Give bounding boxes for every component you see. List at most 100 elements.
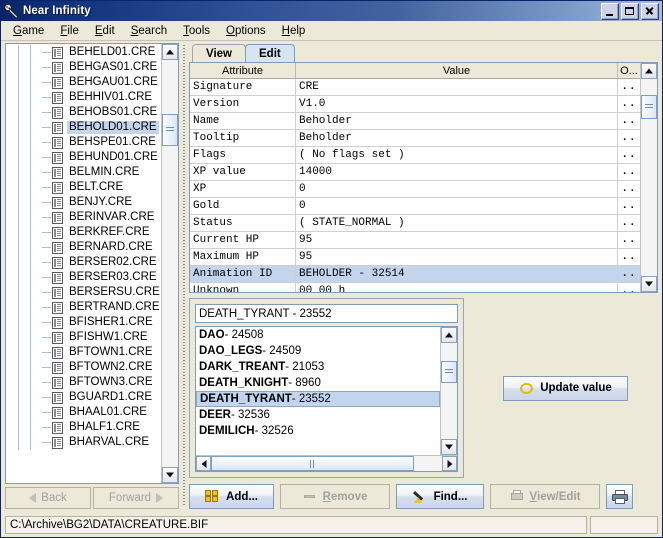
cell-value[interactable]: ( STATE_NORMAL ) — [296, 215, 618, 231]
cell-offset[interactable]: .. — [618, 79, 640, 95]
table-row[interactable]: XP value 14000.. — [190, 164, 640, 181]
tree-items[interactable]: BEHELD01.CRE BEHGAS01.CRE BEHGAU01.CRE BEHH… — [6, 44, 161, 483]
tree-item[interactable]: BFISHER1.CRE — [6, 315, 161, 330]
cell-value[interactable]: Beholder — [296, 130, 618, 146]
cell-value[interactable]: Beholder — [296, 113, 618, 129]
attribute-table[interactable]: Attribute Value O... Signature CRE.. Versi… — [189, 62, 658, 293]
table-scroll-thumb[interactable] — [641, 95, 657, 119]
list-item[interactable]: DEMILICH - 32526 — [196, 423, 440, 439]
cell-value[interactable]: 14000 — [296, 164, 618, 180]
tree-item[interactable]: BENJY.CRE — [6, 195, 161, 210]
cell-offset[interactable]: .. — [618, 232, 640, 248]
tree-item[interactable]: BFISHW1.CRE — [6, 330, 161, 345]
listbox-horizontal-scrollbar[interactable] — [196, 455, 457, 471]
column-header-value[interactable]: Value — [296, 63, 618, 78]
cell-offset[interactable]: .. — [618, 181, 640, 197]
close-button[interactable] — [641, 2, 659, 20]
tab-edit[interactable]: Edit — [245, 44, 295, 62]
table-row[interactable]: Flags( No flags set ).. — [190, 147, 640, 164]
table-row[interactable]: Maximum HP 95.. — [190, 249, 640, 266]
menu-help[interactable]: Help — [274, 23, 314, 39]
back-button[interactable]: Back — [5, 487, 91, 509]
table-scroll-up-button[interactable] — [641, 63, 657, 79]
list-item[interactable]: DEER - 32536 — [196, 407, 440, 423]
print-button[interactable] — [606, 484, 633, 509]
tree-item[interactable]: BEHOBS01.CRE — [6, 105, 161, 120]
table-vertical-scrollbar[interactable] — [640, 63, 657, 292]
listbox-items[interactable]: DAO - 24508 DAO_LEGS - 24509 DARK_TREANT -… — [196, 327, 440, 455]
table-row[interactable]: Signature CRE.. — [190, 79, 640, 96]
list-item[interactable]: DAO - 24508 — [196, 327, 440, 343]
table-row[interactable]: Gold 0.. — [190, 198, 640, 215]
table-row[interactable]: Current HP 95.. — [190, 232, 640, 249]
tree-item[interactable]: BERNARD.CRE — [6, 240, 161, 255]
table-row[interactable]: Status( STATE_NORMAL ).. — [190, 215, 640, 232]
tree-item[interactable]: BHAAL01.CRE — [6, 405, 161, 420]
tab-view[interactable]: View — [192, 44, 246, 62]
cell-value[interactable]: 0 — [296, 198, 618, 214]
cell-value[interactable]: ( No flags set ) — [296, 147, 618, 163]
cell-offset[interactable]: .. — [618, 147, 640, 163]
table-row[interactable]: Animation ID BEHOLDER - 32514.. — [190, 266, 640, 283]
list-item[interactable]: DARK_TREANT - 21053 — [196, 359, 440, 375]
menu-file[interactable]: File — [52, 23, 87, 39]
cell-offset[interactable]: .. — [618, 164, 640, 180]
table-row[interactable]: XP 0.. — [190, 181, 640, 198]
cell-offset[interactable]: .. — [618, 283, 640, 292]
tree-item[interactable]: BHALF1.CRE — [6, 420, 161, 435]
table-row[interactable]: Version V1.0.. — [190, 96, 640, 113]
tree-item[interactable]: BELMIN.CRE — [6, 165, 161, 180]
split-pane-divider[interactable] — [179, 41, 189, 509]
hscroll-track[interactable] — [211, 456, 442, 471]
hscroll-left-button[interactable] — [196, 456, 211, 471]
tree-item[interactable]: BEHOLD01.CRE — [6, 120, 161, 135]
column-header-offset[interactable]: O... — [618, 63, 640, 78]
menu-game[interactable]: Game — [5, 23, 52, 39]
table-body[interactable]: Signature CRE.. Version V1.0.. Name Beholder.… — [190, 79, 640, 292]
cell-offset[interactable]: .. — [618, 113, 640, 129]
tree-item[interactable]: BERSER03.CRE — [6, 270, 161, 285]
table-row[interactable]: Name Beholder.. — [190, 113, 640, 130]
find-button[interactable]: Find... — [396, 484, 484, 509]
menu-options[interactable]: Options — [218, 23, 274, 39]
value-text-field[interactable]: DEATH_TYRANT - 23552 — [195, 304, 458, 323]
scroll-thumb[interactable] — [162, 114, 178, 146]
tree-item[interactable]: BERINVAR.CRE — [6, 210, 161, 225]
hscroll-right-button[interactable] — [442, 456, 457, 471]
table-scroll-down-button[interactable] — [641, 276, 657, 292]
table-scroll-track[interactable] — [641, 79, 657, 276]
tree-item[interactable]: BELT.CRE — [6, 180, 161, 195]
update-value-button[interactable]: Update value — [503, 375, 628, 401]
cell-value[interactable]: 00 00 h — [296, 283, 618, 292]
cell-offset[interactable]: .. — [618, 266, 640, 282]
forward-button[interactable]: Forward — [93, 487, 179, 509]
tree-item[interactable]: BFTOWN3.CRE — [6, 375, 161, 390]
animation-listbox[interactable]: DAO - 24508 DAO_LEGS - 24509 DARK_TREANT -… — [195, 326, 458, 472]
menu-tools[interactable]: Tools — [175, 23, 218, 39]
menu-search[interactable]: Search — [123, 23, 175, 39]
hscroll-thumb[interactable] — [211, 456, 415, 471]
tree-item[interactable]: BEHUND01.CRE — [6, 150, 161, 165]
list-item[interactable]: DEATH_KNIGHT - 8960 — [196, 375, 440, 391]
cell-offset[interactable]: .. — [618, 130, 640, 146]
tree-item[interactable]: BERSERSU.CRE — [6, 285, 161, 300]
list-item[interactable]: DEATH_TYRANT - 23552 — [196, 391, 440, 407]
menu-edit[interactable]: Edit — [87, 23, 123, 39]
listbox-scroll-track[interactable] — [441, 343, 457, 439]
cell-value[interactable]: CRE — [296, 79, 618, 95]
cell-value[interactable]: 95 — [296, 232, 618, 248]
resource-tree[interactable]: BEHELD01.CRE BEHGAS01.CRE BEHGAU01.CRE BEHH… — [5, 43, 179, 484]
tree-item[interactable]: BEHELD01.CRE — [6, 45, 161, 60]
tree-item[interactable]: BEHGAU01.CRE — [6, 75, 161, 90]
listbox-vertical-scrollbar[interactable] — [440, 327, 457, 455]
tree-item[interactable]: BERSER02.CRE — [6, 255, 161, 270]
scroll-track[interactable] — [162, 60, 178, 467]
table-row[interactable]: Tooltip Beholder.. — [190, 130, 640, 147]
tree-item[interactable]: BEHHIV01.CRE — [6, 90, 161, 105]
tree-item[interactable]: BERKREF.CRE — [6, 225, 161, 240]
tree-vertical-scrollbar[interactable] — [161, 44, 178, 483]
tree-item[interactable]: BFTOWN1.CRE — [6, 345, 161, 360]
scroll-up-button[interactable] — [162, 44, 178, 60]
scroll-down-button[interactable] — [162, 467, 178, 483]
cell-value[interactable]: 95 — [296, 249, 618, 265]
